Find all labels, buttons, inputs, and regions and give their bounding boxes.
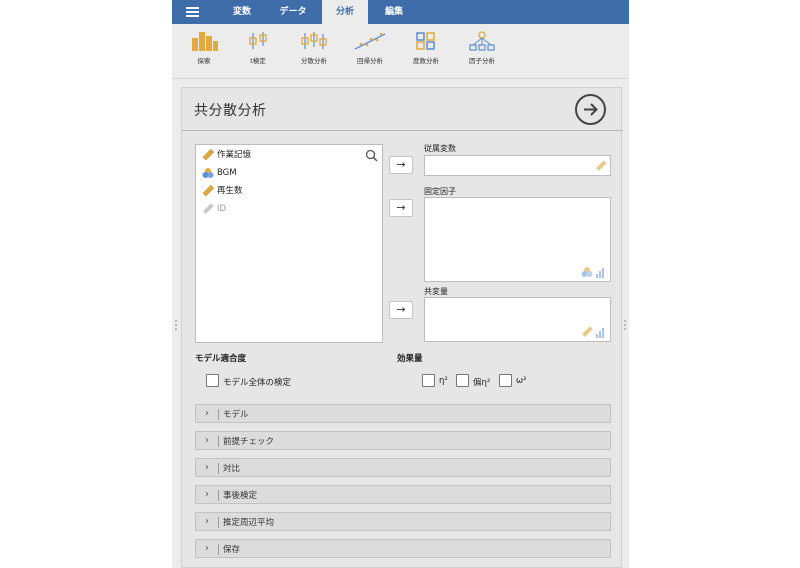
- explore-label: 探索: [197, 57, 211, 65]
- section-assumption-checks[interactable]: › 前提チェック: [195, 431, 611, 450]
- chevron-right-icon: ›: [205, 435, 209, 446]
- menu-bar: 変数 データ 分析 編集: [172, 0, 629, 24]
- section-label: 前提チェック: [223, 437, 275, 447]
- divider: [218, 517, 219, 528]
- list-item[interactable]: BGM: [202, 166, 237, 180]
- regression-label: 回帰分析: [357, 57, 383, 65]
- ttest-icon: [249, 32, 267, 49]
- overall-model-test-label: モデル全体の検定: [223, 378, 292, 388]
- variable-name: ID: [217, 204, 227, 214]
- section-label: 事後検定: [223, 491, 258, 501]
- list-item[interactable]: 再生数: [202, 184, 243, 198]
- chevron-right-icon: ›: [205, 489, 209, 500]
- anova-label: 分散分析: [301, 57, 327, 65]
- panel-title: 共分散分析: [194, 103, 267, 119]
- variable-name: 再生数: [217, 186, 243, 196]
- list-item[interactable]: 作業記憶: [202, 148, 251, 162]
- nominal-variable-icon: [202, 167, 214, 178]
- analysis-options-panel: 共分散分析 作業記憶 BGM 再生数 ID → → → 従属変数 固定因子 共変…: [181, 87, 623, 568]
- anova-icon: [301, 32, 327, 49]
- factor-button[interactable]: 因子分析: [458, 30, 506, 74]
- frequencies-button[interactable]: 度数分析: [402, 30, 450, 74]
- anova-button[interactable]: 分散分析: [290, 30, 338, 74]
- continuous-variable-icon: [202, 148, 215, 160]
- section-label: 推定周辺平均: [223, 518, 275, 528]
- ttest-label: t検定: [250, 57, 266, 65]
- move-to-covariates-button[interactable]: →: [389, 301, 413, 319]
- section-estimated-marginal-means[interactable]: › 推定周辺平均: [195, 512, 611, 531]
- tab-data[interactable]: データ: [270, 0, 316, 24]
- explore-button[interactable]: 探索: [180, 30, 228, 74]
- hamburger-menu-icon[interactable]: [186, 7, 199, 17]
- tab-analyses[interactable]: 分析: [322, 0, 368, 24]
- section-label: 保存: [223, 545, 241, 555]
- ttest-button[interactable]: t検定: [234, 30, 282, 74]
- dependent-variable-label: 従属変数: [424, 144, 456, 153]
- tab-edit[interactable]: 編集: [372, 0, 416, 24]
- left-resize-handle[interactable]: [174, 320, 178, 334]
- omega-squared-checkbox[interactable]: [499, 374, 512, 387]
- divider: [218, 409, 219, 420]
- partial-eta-squared-label: 偏η²: [473, 378, 491, 388]
- factor-icon: [469, 31, 495, 51]
- continuous-variable-icon: [202, 184, 215, 196]
- variable-name: BGM: [217, 168, 237, 178]
- divider: [218, 463, 219, 474]
- section-save[interactable]: › 保存: [195, 539, 611, 558]
- move-to-fixed-factors-button[interactable]: →: [389, 199, 413, 217]
- available-variables-list[interactable]: 作業記憶 BGM 再生数 ID: [195, 144, 383, 343]
- section-post-hoc-tests[interactable]: › 事後検定: [195, 485, 611, 504]
- continuous-hint-icon: [582, 326, 604, 338]
- fixed-factors-label: 固定因子: [424, 187, 456, 196]
- id-variable-icon: [203, 202, 214, 214]
- regression-icon: [354, 32, 386, 50]
- divider: [218, 436, 219, 447]
- section-model[interactable]: › モデル: [195, 404, 611, 423]
- factor-label: 因子分析: [469, 57, 495, 65]
- chevron-right-icon: ›: [205, 516, 209, 527]
- omega-squared-label: ω²: [516, 376, 527, 386]
- covariates-label: 共変量: [424, 287, 448, 296]
- nominal-ordinal-hint-icon: [581, 267, 604, 278]
- divider: [218, 490, 219, 501]
- chevron-right-icon: ›: [205, 462, 209, 473]
- fixed-factors-field[interactable]: [424, 197, 611, 282]
- chevron-right-icon: ›: [205, 408, 209, 419]
- frequencies-label: 度数分析: [413, 57, 439, 65]
- section-label: モデル: [223, 410, 249, 420]
- tab-variables[interactable]: 変数: [222, 0, 262, 24]
- dependent-variable-field[interactable]: [424, 155, 611, 176]
- section-label: 対比: [223, 464, 241, 474]
- frequencies-icon: [416, 32, 435, 50]
- title-divider: [182, 130, 623, 131]
- search-icon[interactable]: [365, 149, 378, 162]
- run-analysis-arrow-icon[interactable]: [575, 94, 606, 125]
- effect-size-heading: 効果量: [397, 354, 423, 364]
- app-window: 変数 データ 分析 編集 探索 t検定 分散分析 回帰分析 度数分析 因子分析 …: [172, 0, 629, 568]
- covariates-field[interactable]: [424, 297, 611, 342]
- regression-button[interactable]: 回帰分析: [346, 30, 394, 74]
- analysis-ribbon: 探索 t検定 分散分析 回帰分析 度数分析 因子分析: [172, 24, 629, 79]
- list-item[interactable]: ID: [202, 202, 226, 216]
- model-fit-heading: モデル適合度: [195, 354, 247, 364]
- eta-squared-label: η²: [439, 376, 448, 386]
- section-contrasts[interactable]: › 対比: [195, 458, 611, 477]
- divider: [218, 544, 219, 555]
- partial-eta-squared-checkbox[interactable]: [456, 374, 469, 387]
- explore-icon: [192, 32, 218, 51]
- eta-squared-checkbox[interactable]: [422, 374, 435, 387]
- right-resize-handle[interactable]: [623, 320, 627, 334]
- variable-name: 作業記憶: [217, 150, 252, 160]
- overall-model-test-checkbox[interactable]: [206, 374, 219, 387]
- chevron-right-icon: ›: [205, 543, 209, 554]
- continuous-variable-icon: [596, 160, 607, 171]
- move-to-dependent-button[interactable]: →: [389, 156, 413, 174]
